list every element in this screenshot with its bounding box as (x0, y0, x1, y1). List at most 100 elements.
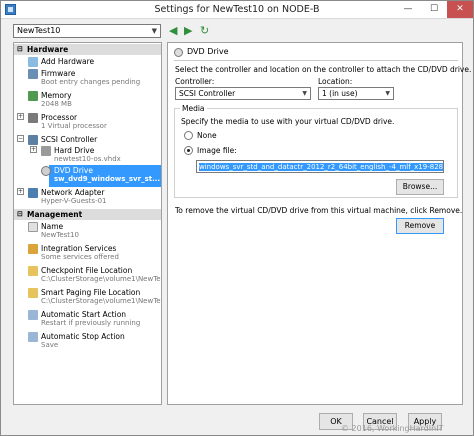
maximize-button[interactable]: ☐ (421, 1, 447, 18)
tree-item-label: Name (41, 222, 64, 231)
image-file-path-value: windows_svr_std_and_datactr_2012_r2_64bi… (199, 163, 443, 171)
dvd-drive-settings-panel: DVD Drive Select the controller and loca… (167, 42, 471, 405)
tree-item-detail: Restart if previously running (41, 319, 141, 327)
tree-item-label: Firmware (41, 69, 76, 78)
tree-item-hard-drive[interactable]: + Hard Drive newtest10-os.vhdx (14, 145, 161, 165)
back-arrow-icon[interactable]: ◀ (169, 24, 182, 37)
tree-item-detail: Hyper-V-Guests-01 (41, 197, 107, 205)
media-instruction: Specify the media to use with your virtu… (181, 117, 395, 126)
location-value: 1 (in use) (322, 89, 358, 98)
expand-icon[interactable]: + (17, 188, 24, 195)
chevron-down-icon: ▼ (302, 90, 307, 97)
none-radio[interactable] (184, 131, 193, 140)
refresh-icon[interactable]: ↻ (200, 24, 213, 37)
controller-dropdown[interactable]: SCSI Controller ▼ (175, 87, 311, 100)
controller-label: Controller: (175, 77, 215, 86)
tree-item-label: Hard Drive (54, 146, 95, 155)
tree-item-label: Add Hardware (41, 57, 95, 66)
integration-services-icon (28, 244, 38, 254)
tree-item-label: SCSI Controller (41, 135, 98, 144)
dvd-heading-label: DVD Drive (187, 47, 229, 56)
remove-instruction: To remove the virtual CD/DVD drive from … (175, 206, 463, 215)
location-label: Location: (318, 77, 353, 86)
tree-item-label: Processor (41, 113, 78, 122)
tree-item-detail: 1 Virtual processor (41, 122, 107, 130)
tree-item-dvd-drive[interactable]: DVD Drive sw_dvd9_windows_svr_st... (14, 165, 161, 187)
firmware-icon (28, 69, 38, 79)
browse-button[interactable]: Browse... (396, 179, 444, 195)
tree-item-automatic-stop-action[interactable]: Automatic Stop Action Save (14, 331, 161, 353)
tree-item-network-adapter[interactable]: + Network Adapter Hyper-V-Guests-01 (14, 187, 161, 209)
tree-item-detail: Boot entry changes pending (41, 78, 141, 86)
memory-icon (28, 91, 38, 101)
tree-item-checkpoint-file-location[interactable]: Checkpoint File Location C:\ClusterStora… (14, 265, 161, 287)
tree-item-label: Automatic Stop Action (41, 332, 125, 341)
tree-item-scsi-controller[interactable]: − SCSI Controller (14, 134, 161, 145)
folder-icon (28, 288, 38, 298)
tree-item-processor[interactable]: + Processor 1 Virtual processor (14, 112, 161, 134)
copyright-watermark: © 2016, WorkingHardInIT (341, 424, 444, 433)
collapse-icon[interactable]: ⊟ (17, 44, 23, 55)
tree-item-detail: C:\ClusterStorage\volume1\NewTe... (41, 275, 162, 283)
tree-item-firmware[interactable]: Firmware Boot entry changes pending (14, 68, 161, 90)
dvd-drive-icon (174, 48, 183, 57)
stop-action-icon (28, 332, 38, 342)
remove-button[interactable]: Remove (396, 218, 444, 234)
tree-item-label: Integration Services (41, 244, 117, 253)
tree-item-detail: NewTest10 (41, 231, 79, 239)
name-icon (28, 222, 38, 232)
management-header-label: Management (27, 210, 83, 219)
tree-item-label: DVD Drive (54, 166, 93, 175)
tree-item-label: Automatic Start Action (41, 310, 127, 319)
tree-item-detail: sw_dvd9_windows_svr_st... (54, 175, 161, 183)
hardware-section-header[interactable]: ⊟ Hardware (14, 44, 161, 55)
image-file-path-input[interactable]: windows_svr_std_and_datactr_2012_r2_64bi… (196, 160, 444, 173)
collapse-icon[interactable]: − (17, 135, 24, 142)
location-dropdown[interactable]: 1 (in use) ▼ (318, 87, 394, 100)
chevron-down-icon: ▼ (385, 90, 390, 97)
image-file-radio[interactable] (184, 146, 193, 155)
add-hardware-icon (28, 57, 38, 67)
tree-item-label: Memory (41, 91, 72, 100)
tree-item-detail: newtest10-os.vhdx (54, 155, 121, 163)
processor-icon (28, 113, 38, 123)
hard-drive-icon (41, 146, 51, 156)
tree-item-automatic-start-action[interactable]: Automatic Start Action Restart if previo… (14, 309, 161, 331)
tree-item-smart-paging-file-location[interactable]: Smart Paging File Location C:\ClusterSto… (14, 287, 161, 309)
folder-icon (28, 266, 38, 276)
tree-item-label: Smart Paging File Location (41, 288, 141, 297)
settings-window: Settings for NewTest10 on NODE-B — ☐ ✕ N… (0, 0, 474, 436)
tree-item-memory[interactable]: Memory 2048 MB (14, 90, 161, 112)
chevron-down-icon: ▼ (151, 27, 157, 35)
dvd-drive-heading: DVD Drive (174, 47, 229, 57)
network-adapter-icon (28, 188, 38, 198)
expand-icon[interactable]: + (17, 113, 24, 120)
none-option-label[interactable]: None (197, 131, 217, 140)
controller-instruction: Select the controller and location on th… (175, 65, 472, 74)
tree-item-integration-services[interactable]: Integration Services Some services offer… (14, 243, 161, 265)
start-action-icon (28, 310, 38, 320)
collapse-icon[interactable]: ⊟ (17, 209, 23, 220)
tree-item-detail: Some services offered (41, 253, 119, 261)
expand-icon[interactable]: + (30, 146, 37, 153)
close-button[interactable]: ✕ (447, 1, 473, 18)
tree-item-label: Checkpoint File Location (41, 266, 133, 275)
forward-arrow-icon[interactable]: ▶ (184, 24, 197, 37)
vm-selector-dropdown[interactable]: NewTest10 ▼ (13, 24, 161, 38)
media-group-title: Media (180, 104, 207, 113)
vm-selector-value: NewTest10 (17, 26, 61, 35)
management-section-header[interactable]: ⊟ Management (14, 209, 161, 220)
tree-item-add-hardware[interactable]: Add Hardware (14, 56, 161, 68)
hardware-header-label: Hardware (27, 45, 69, 54)
tree-item-name[interactable]: Name NewTest10 (14, 221, 161, 243)
minimize-button[interactable]: — (395, 1, 421, 18)
tree-item-detail: Save (41, 341, 59, 349)
tree-item-detail: C:\ClusterStorage\volume1\NewTe... (41, 297, 162, 305)
scsi-controller-icon (28, 135, 38, 145)
tree-item-detail: 2048 MB (41, 100, 72, 108)
image-file-option-label[interactable]: Image file: (197, 146, 237, 155)
title-bar: Settings for NewTest10 on NODE-B — ☐ ✕ (1, 1, 473, 19)
divider (174, 60, 458, 61)
dvd-drive-icon (41, 166, 51, 176)
controller-value: SCSI Controller (179, 89, 236, 98)
